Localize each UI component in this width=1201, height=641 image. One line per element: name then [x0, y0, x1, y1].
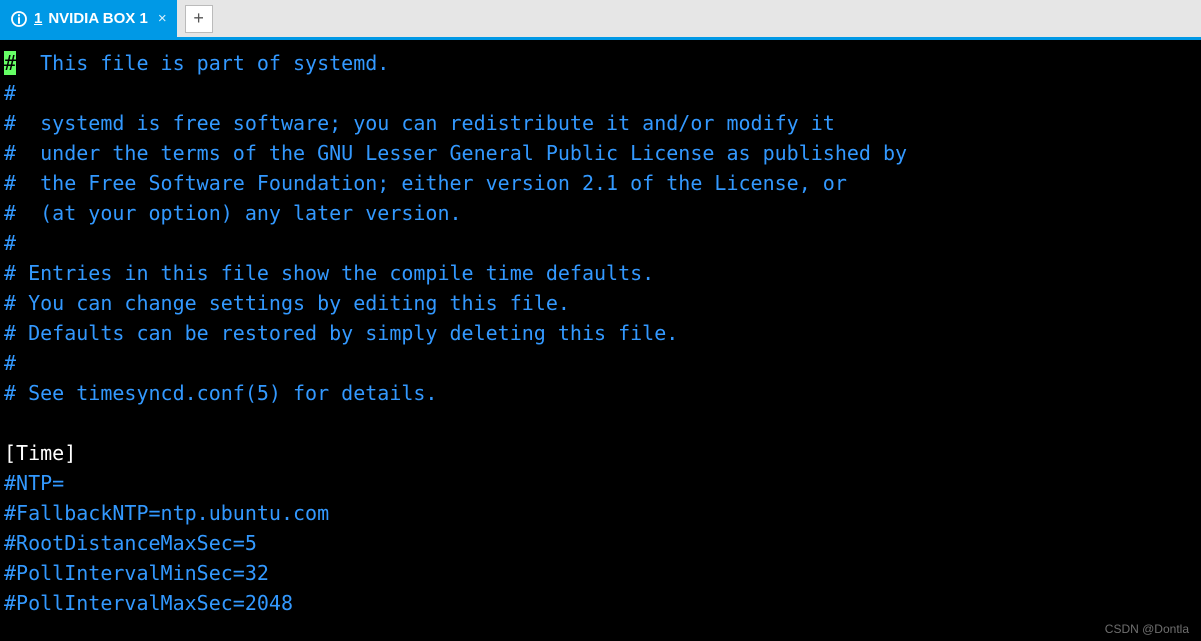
section-header: [Time]: [4, 438, 1197, 468]
terminal-line: # This file is part of systemd.: [4, 48, 1197, 78]
tab-bar: 1 NVIDIA BOX 1 × +: [0, 0, 1201, 40]
tab-label: NVIDIA BOX 1: [48, 10, 147, 27]
terminal-line: #: [4, 78, 1197, 108]
tab-close-button[interactable]: ×: [158, 10, 167, 27]
new-tab-button[interactable]: +: [185, 5, 213, 33]
watermark-text: CSDN @Dontla: [1105, 622, 1189, 636]
terminal-line: # Entries in this file show the compile …: [4, 258, 1197, 288]
config-line: #RootDistanceMaxSec=5: [4, 528, 1197, 558]
terminal-line: # the Free Software Foundation; either v…: [4, 168, 1197, 198]
config-line: #FallbackNTP=ntp.ubuntu.com: [4, 498, 1197, 528]
terminal-line: # (at your option) any later version.: [4, 198, 1197, 228]
config-line: #PollIntervalMinSec=32: [4, 558, 1197, 588]
terminal-blank-line: [4, 408, 1197, 438]
config-line: #PollIntervalMaxSec=2048: [4, 588, 1197, 618]
config-line: #NTP=: [4, 468, 1197, 498]
cursor: #: [4, 51, 16, 75]
info-icon: [10, 10, 28, 28]
terminal-content[interactable]: # This file is part of systemd. # # syst…: [0, 40, 1201, 641]
tab-number: 1: [34, 10, 42, 27]
terminal-line: # See timesyncd.conf(5) for details.: [4, 378, 1197, 408]
terminal-line: # You can change settings by editing thi…: [4, 288, 1197, 318]
terminal-tab-active[interactable]: 1 NVIDIA BOX 1 ×: [0, 0, 177, 39]
terminal-line: #: [4, 348, 1197, 378]
terminal-line: # under the terms of the GNU Lesser Gene…: [4, 138, 1197, 168]
terminal-line: # Defaults can be restored by simply del…: [4, 318, 1197, 348]
terminal-line: #: [4, 228, 1197, 258]
line-text: This file is part of systemd.: [16, 51, 389, 75]
terminal-line: # systemd is free software; you can redi…: [4, 108, 1197, 138]
